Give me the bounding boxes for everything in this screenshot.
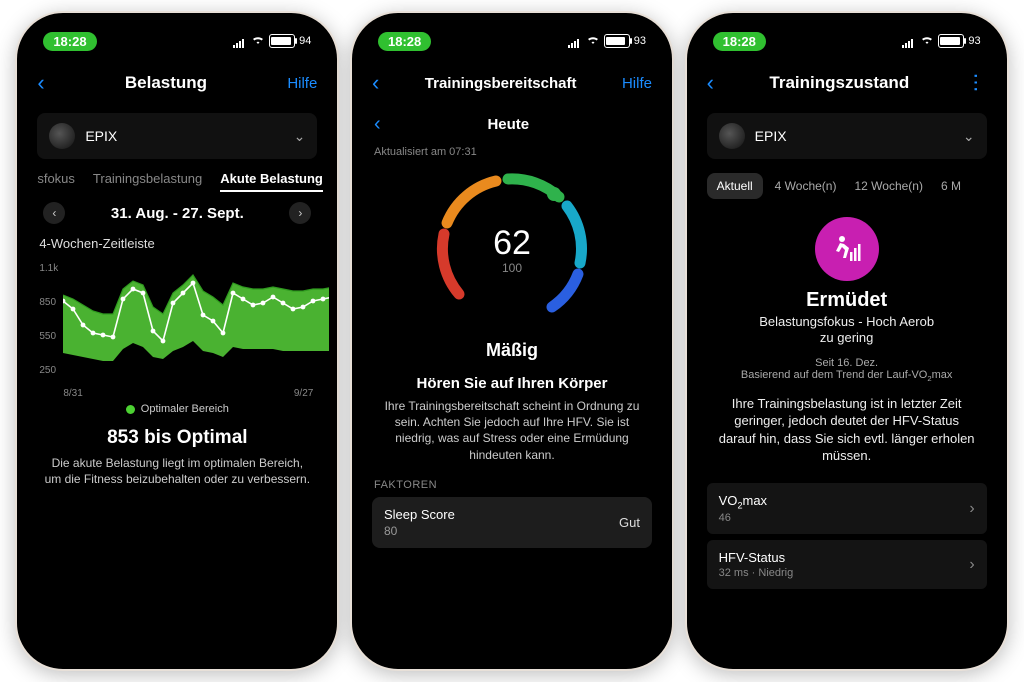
nav-bar: ‹ Trainingsbereitschaft Hilfe: [360, 61, 664, 105]
battery-pct: 94: [299, 35, 311, 47]
segment-4w[interactable]: 4 Woche(n): [769, 173, 843, 199]
factor-verdict: Gut: [619, 515, 640, 530]
nav-bar: ‹ Trainingszustand ⋯: [695, 61, 999, 105]
status-time: 18:28: [378, 32, 431, 51]
page-title: Belastung: [45, 73, 288, 93]
factors-label: FAKTOREN: [360, 469, 664, 497]
chevron-right-icon: ›: [969, 556, 974, 574]
hfv-label: HFV-Status: [719, 550, 794, 565]
battery-icon: [604, 34, 630, 48]
chevron-right-icon: ›: [969, 500, 974, 518]
nav-bar: ‹ Belastung Hilfe: [25, 61, 329, 105]
load-description: Die akute Belastung liegt im optimalen B…: [25, 449, 329, 493]
notch: [777, 13, 917, 39]
help-link[interactable]: Hilfe: [287, 75, 317, 92]
chevron-down-icon: ⌄: [294, 128, 306, 145]
ytick-1100: 1.1k: [39, 263, 58, 274]
status-time: 18:28: [43, 32, 96, 51]
readiness-description: Ihre Trainingsbereitschaft scheint in Or…: [360, 392, 664, 469]
xtick-start: 8/31: [63, 388, 82, 399]
page-title: Trainingszustand: [714, 73, 965, 93]
more-menu-button[interactable]: ⋯: [963, 72, 988, 94]
training-status-sub: Belastungsfokus - Hoch Aerobzu gering: [695, 314, 999, 347]
status-time: 18:28: [713, 32, 766, 51]
factor-name: Sleep Score: [384, 507, 455, 522]
phone-zustand: 18:28 93 ‹ Trainingszustand ⋯ EPIX ⌄ Akt…: [685, 11, 1009, 671]
segment-12w[interactable]: 12 Woche(n): [848, 173, 928, 199]
phone-bereitschaft: 18:28 93 ‹ Trainingsbereitschaft Hilfe ‹…: [350, 11, 674, 671]
device-selector[interactable]: EPIX ⌄: [37, 113, 317, 159]
vo2max-value: 46: [719, 512, 767, 524]
training-status-paragraph: Ihre Trainingsbelastung ist in letzter Z…: [695, 383, 999, 477]
segment-6m[interactable]: 6 M: [935, 173, 967, 199]
load-chart: 1.1k 850 550 250 8/31 9/27: [37, 259, 317, 399]
tab-akute-belastung[interactable]: Akute Belastung: [220, 171, 323, 192]
hfv-value: 32 ms · Niedrig: [719, 567, 794, 579]
updated-label: Aktualisiert am 07:31: [360, 144, 664, 160]
device-name: EPIX: [85, 128, 117, 144]
wifi-icon: [586, 35, 600, 48]
ytick-550: 550: [39, 331, 56, 342]
legend-label: Optimaler Bereich: [141, 403, 229, 415]
factor-value: 80: [384, 524, 455, 538]
back-button[interactable]: ‹: [372, 70, 379, 96]
readiness-score: 62: [493, 224, 531, 263]
battery-pct: 93: [634, 35, 646, 47]
notch: [107, 13, 247, 39]
tab-trainingsbelastung[interactable]: Trainingsbelastung: [93, 171, 202, 192]
phone-belastung: 18:28 94 ‹ Belastung Hilfe EPIX ⌄ sfoku: [15, 11, 339, 671]
watch-icon: [49, 123, 75, 149]
help-link[interactable]: Hilfe: [622, 75, 652, 92]
chart-legend: Optimaler Bereich: [25, 403, 329, 415]
date-range: 31. Aug. - 27. Sept.: [111, 205, 244, 222]
battery-icon: [938, 34, 964, 48]
back-button[interactable]: ‹: [707, 70, 714, 96]
wifi-icon: [920, 35, 934, 48]
readiness-rating: Mäßig: [360, 340, 664, 361]
readiness-heading: Hören Sie auf Ihren Körper: [360, 375, 664, 392]
watch-icon: [719, 123, 745, 149]
training-status-icon: [815, 217, 879, 281]
range-segments: Aktuell 4 Woche(n) 12 Woche(n) 6 M: [695, 167, 999, 205]
factor-sleep-score[interactable]: Sleep Score 80 Gut: [372, 497, 652, 548]
wifi-icon: [251, 35, 265, 48]
tab-fokus[interactable]: sfokus: [37, 171, 75, 192]
since-label: Seit 16. Dez.: [695, 357, 999, 369]
prev-range-button[interactable]: ‹: [43, 202, 65, 224]
readiness-max: 100: [502, 261, 522, 275]
tab-row: sfokus Trainingsbelastung Akute Belastun…: [25, 167, 329, 200]
ytick-250: 250: [39, 365, 56, 376]
notch: [442, 13, 582, 39]
chevron-down-icon: ⌄: [963, 128, 975, 145]
sub-back-button[interactable]: ‹: [374, 113, 381, 136]
vo2max-label: VO2max: [719, 493, 767, 511]
device-name: EPIX: [755, 128, 787, 144]
battery-icon: [269, 34, 295, 48]
training-status-title: Ermüdet: [695, 289, 999, 312]
back-button[interactable]: ‹: [37, 70, 44, 96]
page-title: Trainingsbereitschaft: [379, 75, 622, 92]
based-on-label: Basierend auf dem Trend der Lauf-VO2max: [695, 369, 999, 383]
xtick-end: 9/27: [294, 388, 313, 399]
sub-title: Heute: [487, 116, 529, 133]
row-vo2max[interactable]: VO2max 46 ›: [707, 483, 987, 535]
legend-dot-icon: [126, 405, 135, 414]
device-selector[interactable]: EPIX ⌄: [707, 113, 987, 159]
row-hfv-status[interactable]: HFV-Status 32 ms · Niedrig ›: [707, 540, 987, 589]
readiness-gauge: 62 100: [427, 164, 597, 334]
next-range-button[interactable]: ›: [289, 202, 311, 224]
battery-pct: 93: [968, 35, 980, 47]
ytick-850: 850: [39, 297, 56, 308]
load-headline: 853 bis Optimal: [25, 427, 329, 449]
timeline-label: 4-Wochen-Zeitleiste: [25, 226, 329, 255]
segment-aktuell[interactable]: Aktuell: [707, 173, 763, 199]
